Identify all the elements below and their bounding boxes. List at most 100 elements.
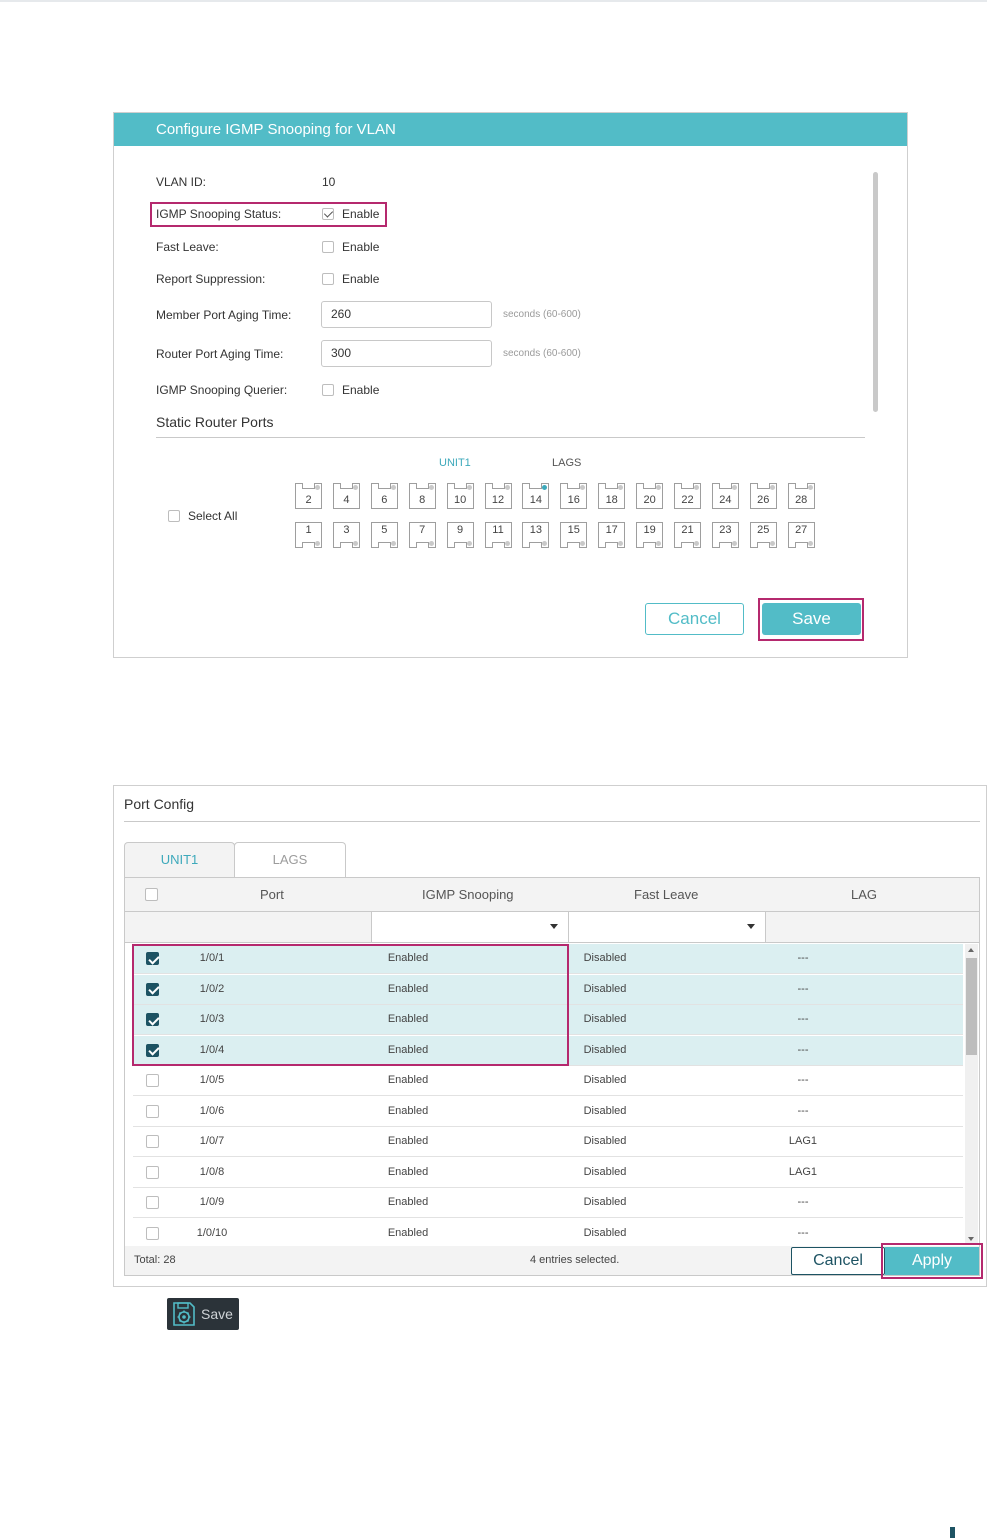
table-row[interactable]: 1/0/10 Enabled Disabled --- xyxy=(133,1219,963,1246)
port-6[interactable]: 6 xyxy=(370,483,398,509)
router-aging-input[interactable]: 300 xyxy=(321,340,492,367)
port-8[interactable]: 8 xyxy=(408,483,436,509)
table-row[interactable]: 1/0/9 Enabled Disabled --- xyxy=(133,1188,963,1218)
table-row[interactable]: 1/0/4 Enabled Disabled --- xyxy=(133,1035,963,1066)
tab-lags[interactable]: LAGS xyxy=(234,842,346,878)
port-9[interactable]: 9 xyxy=(446,522,474,548)
row-checkbox[interactable] xyxy=(146,1074,159,1087)
scroll-thumb[interactable] xyxy=(966,958,977,1055)
port-28[interactable]: 28 xyxy=(787,483,815,509)
tab-lags[interactable]: LAGS xyxy=(552,457,581,469)
table-row[interactable]: 1/0/7 Enabled Disabled LAG1 xyxy=(133,1127,963,1157)
header-select-all-checkbox[interactable] xyxy=(145,888,158,901)
querier-checkbox[interactable] xyxy=(322,384,334,396)
report-suppression-checkbox[interactable] xyxy=(322,273,334,285)
row-checkbox[interactable] xyxy=(146,1013,159,1026)
table-row[interactable]: 1/0/6 Enabled Disabled --- xyxy=(133,1097,963,1127)
table-row[interactable]: 1/0/3 Enabled Disabled --- xyxy=(133,1005,963,1035)
querier-option[interactable]: Enable xyxy=(322,383,379,397)
row-checkbox[interactable] xyxy=(146,1043,159,1057)
port-notch xyxy=(718,483,732,489)
port-status-led xyxy=(315,485,320,490)
port-7[interactable]: 7 xyxy=(408,522,436,548)
table-row[interactable]: 1/0/8 Enabled Disabled LAG1 xyxy=(133,1158,963,1188)
port-14[interactable]: 14 xyxy=(522,483,550,509)
tab-unit1[interactable]: UNIT1 xyxy=(439,457,471,469)
cell-port: 1/0/8 xyxy=(199,1165,225,1178)
port-notch xyxy=(794,483,808,489)
cancel-button[interactable]: Cancel xyxy=(791,1247,885,1275)
port-number: 13 xyxy=(529,524,543,536)
header-fast-leave: Fast Leave xyxy=(634,887,699,902)
row-checkbox[interactable] xyxy=(146,1165,159,1179)
port-11[interactable]: 11 xyxy=(484,522,512,548)
port-24[interactable]: 24 xyxy=(711,483,739,509)
table-row[interactable]: 1/0/5 Enabled Disabled --- xyxy=(133,1066,963,1096)
fast-leave-checkbox[interactable] xyxy=(322,241,334,253)
fast-leave-filter-select[interactable] xyxy=(568,912,766,942)
save-highlight xyxy=(758,598,864,641)
port-10[interactable]: 10 xyxy=(446,483,474,509)
port-notch xyxy=(681,542,694,548)
port-21[interactable]: 21 xyxy=(674,522,701,548)
port-1[interactable]: 1 xyxy=(295,522,322,548)
row-checkbox[interactable] xyxy=(146,1104,159,1118)
header-port: Port xyxy=(260,887,284,902)
table-row[interactable]: 1/0/2 Enabled Disabled --- xyxy=(133,974,963,1005)
member-aging-input[interactable]: 260 xyxy=(321,301,492,328)
cell-fast-leave: Disabled xyxy=(583,1104,627,1117)
scroll-up-icon[interactable] xyxy=(968,948,974,952)
table-row[interactable]: 1/0/1 Enabled Disabled --- xyxy=(133,944,963,974)
port-2[interactable]: 2 xyxy=(295,483,322,509)
port-19[interactable]: 19 xyxy=(636,522,664,548)
report-suppression-option[interactable]: Enable xyxy=(322,272,379,286)
cell-lag: --- xyxy=(797,1013,809,1025)
port-status-led xyxy=(731,485,737,490)
scroll-down-icon[interactable] xyxy=(968,1237,974,1241)
row-checkbox[interactable] xyxy=(146,952,159,965)
port-26[interactable]: 26 xyxy=(749,483,777,509)
port-22[interactable]: 22 xyxy=(674,483,701,509)
port-12[interactable]: 12 xyxy=(484,483,512,509)
fast-leave-option[interactable]: Enable xyxy=(322,240,379,254)
select-all-checkbox[interactable] xyxy=(168,510,180,522)
port-notch xyxy=(415,542,429,548)
port-status-led xyxy=(694,485,699,490)
port-18[interactable]: 18 xyxy=(598,483,626,509)
port-notch xyxy=(377,483,391,489)
row-checkbox[interactable] xyxy=(146,1135,159,1148)
global-save-button[interactable]: Save xyxy=(167,1298,239,1330)
row-checkbox[interactable] xyxy=(146,1226,159,1240)
panel-scrollbar[interactable] xyxy=(873,172,878,412)
port-17[interactable]: 17 xyxy=(598,522,626,548)
tab-unit1[interactable]: UNIT1 xyxy=(124,842,235,878)
cancel-button[interactable]: Cancel xyxy=(645,603,744,635)
port-13[interactable]: 13 xyxy=(522,522,550,548)
table-scrollbar[interactable] xyxy=(965,944,978,1245)
port-notch xyxy=(756,542,770,548)
row-checkbox[interactable] xyxy=(146,982,159,996)
select-all-option[interactable]: Select All xyxy=(168,509,237,523)
port-23[interactable]: 23 xyxy=(711,522,739,548)
row-checkbox[interactable] xyxy=(146,1196,159,1209)
port-number: 7 xyxy=(419,524,426,536)
fast-leave-label: Fast Leave: xyxy=(156,240,219,254)
port-4[interactable]: 4 xyxy=(332,483,360,509)
section-divider xyxy=(156,437,865,438)
cell-port: 1/0/10 xyxy=(196,1226,228,1239)
port-27[interactable]: 27 xyxy=(787,522,815,548)
cell-igmp-snooping: Enabled xyxy=(387,982,429,995)
header-igmp-snooping: IGMP Snooping xyxy=(422,887,514,902)
igmp-filter-select[interactable] xyxy=(371,912,569,942)
select-all-label: Select All xyxy=(188,509,238,523)
port-25[interactable]: 25 xyxy=(749,522,777,548)
port-16[interactable]: 16 xyxy=(560,483,588,509)
port-status-led xyxy=(731,541,737,546)
port-number: 4 xyxy=(343,494,350,506)
port-3[interactable]: 3 xyxy=(332,522,360,548)
port-status-led xyxy=(390,485,396,490)
querier-label: IGMP Snooping Querier: xyxy=(156,383,288,397)
port-15[interactable]: 15 xyxy=(560,522,588,548)
port-5[interactable]: 5 xyxy=(370,522,398,548)
port-20[interactable]: 20 xyxy=(636,483,664,509)
